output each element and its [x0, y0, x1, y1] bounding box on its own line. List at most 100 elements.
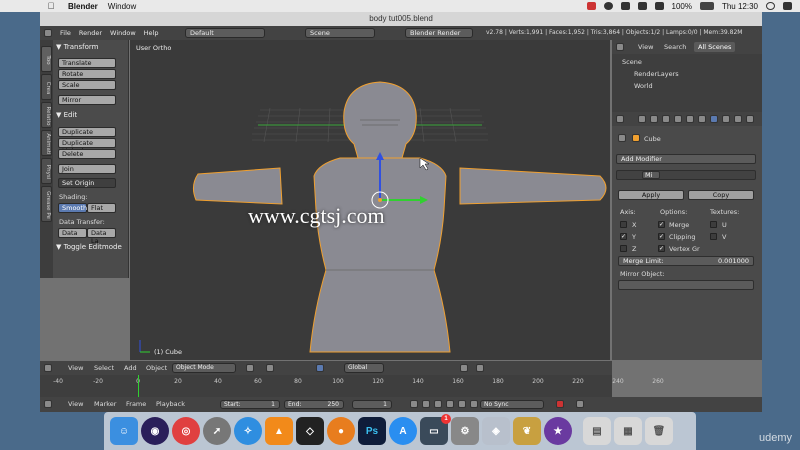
- screen-share-icon[interactable]: ▭ 1: [420, 414, 451, 445]
- menu-object[interactable]: Object: [146, 364, 167, 372]
- shading-icon[interactable]: [246, 364, 254, 372]
- scale-button[interactable]: Scale: [58, 80, 116, 90]
- smooth-button[interactable]: Smooth: [58, 203, 87, 213]
- outliner-row-scene[interactable]: Scene: [622, 58, 642, 66]
- tab-relations[interactable]: Relatio: [41, 102, 52, 128]
- toggle-editmode-header[interactable]: ▼ Toggle Editmode: [53, 242, 129, 252]
- current-frame-field[interactable]: 1: [352, 400, 392, 409]
- tl-menu-playback[interactable]: Playback: [156, 400, 185, 408]
- outliner-search-menu[interactable]: Search: [660, 42, 690, 52]
- outliner-row-world[interactable]: World: [634, 82, 653, 90]
- flag-icon[interactable]: [586, 2, 596, 10]
- orientation-select[interactable]: Global: [344, 363, 384, 373]
- constraints-tab-icon[interactable]: [698, 115, 706, 123]
- outliner-row-renderlayers[interactable]: RenderLayers: [634, 70, 679, 78]
- material-tab-icon[interactable]: [734, 115, 742, 123]
- outliner-view-menu[interactable]: View: [634, 42, 657, 52]
- battery-icon[interactable]: [699, 2, 714, 10]
- menu-render[interactable]: Render: [79, 29, 102, 37]
- clock[interactable]: Thu 12:30: [722, 2, 758, 11]
- pineapple-icon[interactable]: ❦: [513, 417, 541, 445]
- merge-checkbox[interactable]: ✓: [658, 221, 665, 228]
- record-icon[interactable]: [603, 2, 613, 10]
- unity-icon[interactable]: ◇: [296, 417, 324, 445]
- editor-type-icon[interactable]: [616, 43, 624, 51]
- editor-type-icon[interactable]: [44, 364, 52, 372]
- next-key-icon[interactable]: [458, 400, 466, 408]
- add-modifier-menu[interactable]: Add Modifier: [616, 154, 756, 164]
- axis-x-checkbox[interactable]: [620, 221, 627, 228]
- scene-select[interactable]: Scene: [305, 28, 375, 38]
- join-button[interactable]: Join: [58, 164, 116, 174]
- tab-create[interactable]: Crea: [41, 74, 52, 100]
- world-tab-icon[interactable]: [674, 115, 682, 123]
- mirror-button[interactable]: Mirror: [58, 95, 116, 105]
- preview-icon[interactable]: ▤: [583, 417, 611, 445]
- start-frame-field[interactable]: Start: 1: [220, 400, 280, 409]
- menu-window[interactable]: Window: [108, 2, 136, 11]
- tl-menu-view[interactable]: View: [68, 400, 83, 408]
- render-tab-icon[interactable]: [638, 115, 646, 123]
- launchpad-icon[interactable]: ➚: [203, 417, 231, 445]
- apply-button[interactable]: Apply: [618, 190, 684, 200]
- axis-z-checkbox[interactable]: [620, 245, 627, 252]
- rotate-button[interactable]: Rotate: [58, 69, 116, 79]
- jump-start-icon[interactable]: [410, 400, 418, 408]
- menu-select[interactable]: Select: [94, 364, 114, 372]
- safari-icon[interactable]: ✧: [234, 417, 262, 445]
- sync-select[interactable]: No Sync: [480, 400, 544, 409]
- play-reverse-icon[interactable]: [434, 400, 442, 408]
- apple-icon[interactable]: : [44, 1, 58, 11]
- duplicate-button[interactable]: Duplicate: [58, 127, 116, 137]
- menu-window[interactable]: Window: [110, 29, 136, 37]
- volume-icon[interactable]: [654, 2, 664, 10]
- wifi-icon[interactable]: [637, 2, 647, 10]
- prev-key-icon[interactable]: [422, 400, 430, 408]
- pin-icon[interactable]: [618, 134, 626, 142]
- texture-tab-icon[interactable]: [746, 115, 754, 123]
- tab-tools[interactable]: Too: [41, 46, 52, 72]
- mode-select[interactable]: Object Mode: [172, 363, 236, 373]
- search-icon[interactable]: [766, 2, 775, 10]
- editor-type-icon[interactable]: [616, 115, 624, 123]
- duplicate-linked-button[interactable]: Duplicate Linked: [58, 138, 116, 155]
- finder-icon[interactable]: ☺: [110, 417, 138, 445]
- merge-limit-field[interactable]: Merge Limit: 0.001000: [618, 256, 754, 266]
- tab-grease-pencil[interactable]: Grease Pe: [41, 186, 52, 222]
- pivot-icon[interactable]: [266, 364, 274, 372]
- layers-tab-icon[interactable]: [650, 115, 658, 123]
- imovie-icon[interactable]: ★: [544, 417, 572, 445]
- editor-type-icon[interactable]: [44, 400, 52, 408]
- trash-icon[interactable]: 🗑: [645, 417, 673, 445]
- blender-icon[interactable]: ●: [327, 417, 355, 445]
- modifiers-tab-icon[interactable]: [710, 115, 718, 123]
- delete-button[interactable]: Delete: [58, 149, 116, 159]
- render-engine-select[interactable]: Blender Render: [405, 28, 473, 38]
- end-frame-field[interactable]: End: 250: [284, 400, 344, 409]
- siri-icon[interactable]: ◉: [141, 417, 169, 445]
- tab-animation[interactable]: Animati: [41, 130, 52, 156]
- tab-physics[interactable]: Physi: [41, 158, 52, 184]
- object-tab-icon[interactable]: [686, 115, 694, 123]
- 3d-viewport[interactable]: User Ortho www.cgtsj.com (1) Cube: [130, 40, 610, 360]
- manipulator-icon[interactable]: [316, 364, 324, 372]
- menu-add[interactable]: Add: [124, 364, 137, 372]
- record-key-icon[interactable]: [556, 400, 564, 408]
- photoshop-icon[interactable]: Ps: [358, 417, 386, 445]
- copy-button[interactable]: Copy: [688, 190, 754, 200]
- flat-button[interactable]: Flat: [87, 203, 116, 213]
- texture-u-checkbox[interactable]: [710, 221, 717, 228]
- axis-y-checkbox[interactable]: ✓: [620, 233, 627, 240]
- menu-view[interactable]: View: [68, 364, 83, 372]
- mirror-object-field[interactable]: [618, 280, 754, 290]
- menu-file[interactable]: File: [60, 29, 71, 37]
- app-menu[interactable]: Blender: [68, 2, 98, 11]
- game-center-icon[interactable]: ◈: [482, 417, 510, 445]
- chrome-icon[interactable]: ◎: [172, 417, 200, 445]
- modifier-name-field[interactable]: Mi: [642, 171, 660, 179]
- layout-select[interactable]: Default: [185, 28, 265, 38]
- transform-panel-header[interactable]: ▼ Transform: [53, 42, 129, 52]
- data-button[interactable]: Data: [58, 228, 87, 238]
- scene-tab-icon[interactable]: [662, 115, 670, 123]
- tl-menu-frame[interactable]: Frame: [126, 400, 146, 408]
